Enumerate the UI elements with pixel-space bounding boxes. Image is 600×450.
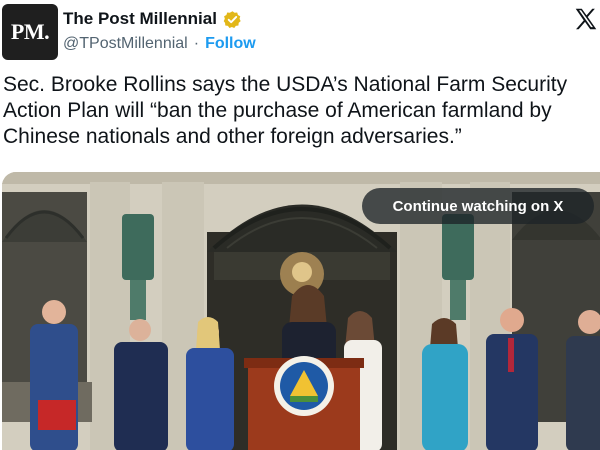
post-text-line: Action Plan will “ban the purchase of Am… (3, 99, 552, 122)
post-text-line: Chinese nationals and other foreign adve… (3, 125, 462, 148)
post-header: PM. The Post Millennial @TPostMillennial… (0, 0, 600, 64)
author-handle[interactable]: @TPostMillennial (63, 35, 188, 53)
continue-watching-button[interactable]: Continue watching on X (362, 188, 594, 224)
post-text-line: Sec. Brooke Rollins says the USDA’s Nati… (3, 73, 568, 96)
author-handle-row: @TPostMillennial · Follow (63, 35, 256, 53)
avatar[interactable]: PM. (2, 4, 58, 60)
author-name-row: The Post Millennial (63, 9, 242, 29)
avatar-text: PM. (10, 19, 50, 44)
verified-badge-icon (223, 10, 242, 29)
author-display-name[interactable]: The Post Millennial (63, 9, 217, 29)
follow-button[interactable]: Follow (205, 35, 256, 53)
post-text: Sec. Brooke Rollins says the USDA’s Nati… (3, 72, 600, 150)
embedded-post: PM. The Post Millennial @TPostMillennial… (0, 0, 600, 450)
continue-watching-label: Continue watching on X (392, 197, 564, 215)
x-logo-icon[interactable] (573, 6, 599, 32)
separator-dot: · (193, 35, 200, 52)
